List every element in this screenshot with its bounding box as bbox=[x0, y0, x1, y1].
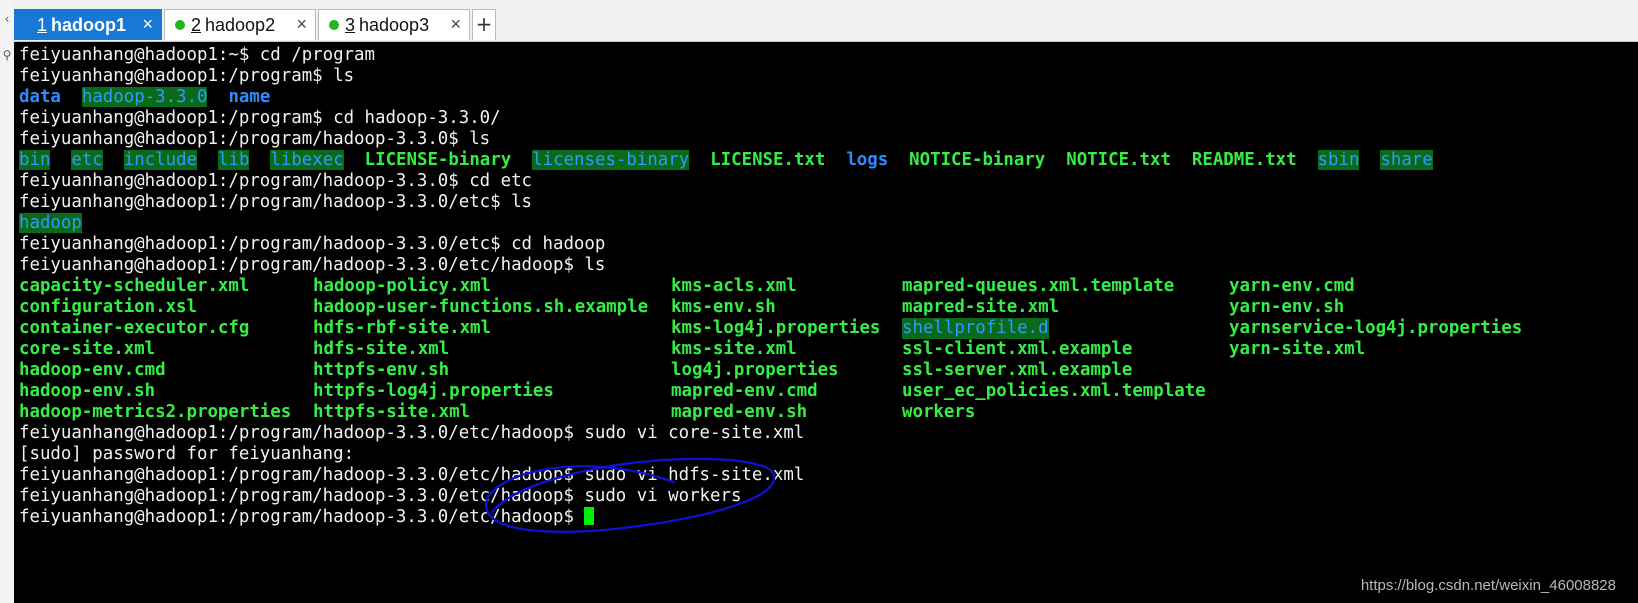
file-entry: yarn-env.cmd bbox=[1229, 276, 1355, 296]
file-entry: LICENSE.txt bbox=[710, 150, 826, 170]
text-cursor bbox=[584, 507, 595, 525]
tab-label: hadoop3 bbox=[359, 15, 430, 35]
dir-entry: lib bbox=[218, 150, 250, 170]
terminal-prompt: feiyuanhang@hadoop1:/program/hadoop-3.3.… bbox=[19, 507, 585, 527]
file-entry: mapred-site.xml bbox=[902, 297, 1060, 317]
terminal-line: feiyuanhang@hadoop1:/program$ cd hadoop-… bbox=[19, 108, 501, 128]
file-entry: NOTICE.txt bbox=[1066, 150, 1171, 170]
file-entry: httpfs-env.sh bbox=[313, 360, 450, 380]
file-entry: hdfs-site.xml bbox=[313, 339, 450, 359]
file-entry: hadoop-policy.xml bbox=[313, 276, 491, 296]
terminal-line: feiyuanhang@hadoop1:/program/hadoop-3.3.… bbox=[19, 129, 491, 149]
dir-entry: shellprofile.d bbox=[902, 318, 1049, 339]
file-entry: kms-env.sh bbox=[671, 297, 776, 317]
file-entry: ssl-server.xml.example bbox=[902, 360, 1133, 380]
dir-entry: include bbox=[123, 150, 198, 170]
terminal-line: feiyuanhang@hadoop1:/program/hadoop-3.3.… bbox=[19, 486, 742, 506]
tab-label: hadoop2 bbox=[205, 15, 276, 35]
session-tab-bar: 1 hadoop1 × 2 hadoop2 × 3 hadoop3 × + bbox=[14, 0, 1638, 42]
ls-output-etc: hadoop bbox=[19, 213, 82, 234]
file-entry: hadoop-metrics2.properties bbox=[19, 402, 292, 422]
file-entry: yarn-site.xml bbox=[1229, 339, 1366, 359]
file-entry: kms-log4j.properties bbox=[671, 318, 881, 338]
file-entry: mapred-queues.xml.template bbox=[902, 276, 1175, 296]
file-entry: core-site.xml bbox=[19, 339, 156, 359]
file-entry: ssl-client.xml.example bbox=[902, 339, 1133, 359]
file-entry: httpfs-log4j.properties bbox=[313, 381, 554, 401]
terminal-prompt-line[interactable]: feiyuanhang@hadoop1:/program/hadoop-3.3.… bbox=[19, 507, 595, 528]
terminal-line: [sudo] password for feiyuanhang: bbox=[19, 444, 355, 464]
file-entry: user_ec_policies.xml.template bbox=[902, 381, 1206, 401]
tab-number: 2 bbox=[191, 15, 202, 35]
file-entry: log4j.properties bbox=[671, 360, 839, 380]
close-icon[interactable]: × bbox=[450, 14, 461, 35]
dir-entry: libexec bbox=[270, 150, 344, 170]
file-entry: hadoop-user-functions.sh.example bbox=[313, 297, 649, 317]
watermark: https://blog.csdn.net/weixin_46008828 bbox=[1360, 577, 1616, 594]
ls-output-hadoop-root: bin etc include lib libexec LICENSE-bina… bbox=[19, 150, 1433, 171]
dir-entry: licenses-binary bbox=[532, 150, 690, 170]
new-tab-button[interactable]: + bbox=[472, 9, 496, 40]
file-entry: hdfs-rbf-site.xml bbox=[313, 318, 491, 338]
file-entry: capacity-scheduler.xml bbox=[19, 276, 250, 296]
connected-status-icon bbox=[329, 20, 339, 30]
file-entry: LICENSE-binary bbox=[364, 150, 512, 170]
terminal-line: feiyuanhang@hadoop1:/program/hadoop-3.3.… bbox=[19, 465, 805, 485]
file-entry: NOTICE-binary bbox=[909, 150, 1046, 170]
dir-entry: hadoop bbox=[19, 213, 82, 233]
file-entry: mapred-env.cmd bbox=[671, 381, 818, 401]
close-icon[interactable]: × bbox=[142, 14, 153, 35]
dir-entry: logs bbox=[846, 150, 889, 170]
search-icon[interactable]: ⚲ bbox=[0, 48, 14, 62]
file-entry: README.txt bbox=[1191, 150, 1297, 170]
file-entry: yarnservice-log4j.properties bbox=[1229, 318, 1523, 338]
close-icon[interactable]: × bbox=[296, 14, 307, 35]
file-entry: workers bbox=[902, 402, 976, 422]
file-entry: container-executor.cfg bbox=[19, 318, 250, 338]
collapse-icon[interactable]: ‹ bbox=[0, 12, 14, 26]
terminal-output[interactable]: feiyuanhang@hadoop1:~$ cd /program feiyu… bbox=[14, 42, 1638, 603]
file-entry: yarn-env.sh bbox=[1229, 297, 1345, 317]
terminal-line: feiyuanhang@hadoop1:/program/hadoop-3.3.… bbox=[19, 255, 606, 275]
dir-entry: etc bbox=[71, 150, 103, 170]
ls-output-program: data hadoop-3.3.0 name bbox=[19, 87, 270, 108]
file-entry: kms-site.xml bbox=[671, 339, 797, 359]
dir-entry: hadoop-3.3.0 bbox=[81, 87, 208, 107]
terminal-line: feiyuanhang@hadoop1:~$ cd /program bbox=[19, 45, 375, 65]
terminal-line: feiyuanhang@hadoop1:/program$ ls bbox=[19, 66, 355, 86]
file-entry: configuration.xsl bbox=[19, 297, 197, 317]
tab-hadoop3[interactable]: 3 hadoop3 × bbox=[318, 9, 470, 40]
file-entry: mapred-env.sh bbox=[671, 402, 808, 422]
dir-entry: bin bbox=[19, 150, 51, 170]
terminal-line: feiyuanhang@hadoop1:/program/hadoop-3.3.… bbox=[19, 423, 805, 443]
left-toolbar: ‹ ⚲ bbox=[0, 0, 15, 603]
dir-entry: sbin bbox=[1317, 150, 1360, 170]
tab-label: hadoop1 bbox=[51, 15, 126, 35]
dir-entry: share bbox=[1380, 150, 1433, 170]
file-entry: hadoop-env.cmd bbox=[19, 360, 166, 380]
file-entry: httpfs-site.xml bbox=[313, 402, 471, 422]
terminal-line: feiyuanhang@hadoop1:/program/hadoop-3.3.… bbox=[19, 192, 533, 212]
file-entry: hadoop-env.sh bbox=[19, 381, 156, 401]
terminal-line: feiyuanhang@hadoop1:/program/hadoop-3.3.… bbox=[19, 234, 606, 254]
file-entry: kms-acls.xml bbox=[671, 276, 797, 296]
tab-hadoop2[interactable]: 2 hadoop2 × bbox=[164, 9, 316, 40]
tab-number: 3 bbox=[345, 15, 356, 35]
tab-number: 1 bbox=[37, 15, 48, 35]
tab-hadoop1[interactable]: 1 hadoop1 × bbox=[14, 9, 162, 40]
dir-entry: data bbox=[19, 87, 61, 107]
dir-entry: name bbox=[228, 87, 271, 107]
connected-status-icon bbox=[175, 20, 185, 30]
terminal-line: feiyuanhang@hadoop1:/program/hadoop-3.3.… bbox=[19, 171, 533, 191]
